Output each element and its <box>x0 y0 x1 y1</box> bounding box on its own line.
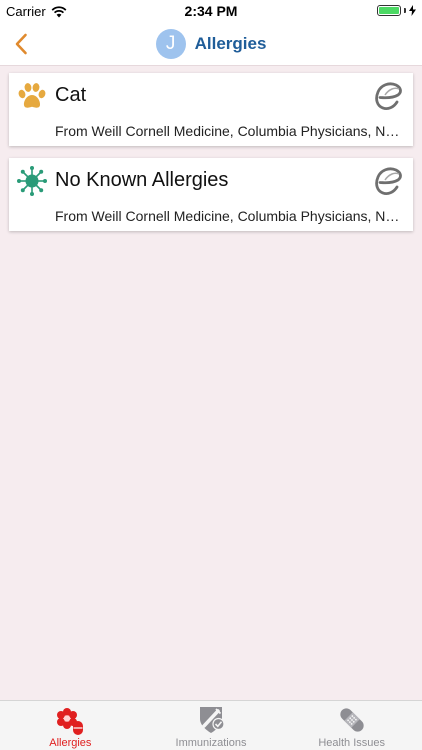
tab-bar: Allergies Immunizations Health Issues <box>0 700 422 750</box>
allergy-name: No Known Allergies <box>55 169 229 191</box>
status-time: 2:34 PM <box>184 3 238 19</box>
battery-icon <box>377 5 401 16</box>
allergy-card-cat[interactable]: Cat From Weill Cornell Medicine, Columbi… <box>9 73 413 146</box>
tab-label: Immunizations <box>175 737 247 749</box>
allergy-icon <box>57 708 84 735</box>
nav-title-group: J Allergies <box>0 28 422 60</box>
tab-label: Allergies <box>49 737 92 749</box>
status-bar: Carrier 2:34 PM <box>0 0 422 22</box>
epic-logo-icon <box>375 82 402 111</box>
allergy-source: From Weill Cornell Medicine, Columbia Ph… <box>55 123 405 139</box>
bandage-icon <box>340 708 364 732</box>
allergen-icon <box>17 166 47 196</box>
navigation-bar: J Allergies <box>0 22 422 66</box>
tab-immunizations[interactable]: Immunizations <box>141 701 282 750</box>
page-title: Allergies <box>194 34 267 53</box>
allergy-source: From Weill Cornell Medicine, Columbia Ph… <box>55 208 405 224</box>
tab-health-issues[interactable]: Health Issues <box>281 701 422 750</box>
tab-allergies[interactable]: Allergies <box>0 701 141 750</box>
allergy-name: Cat <box>55 84 87 106</box>
paw-icon <box>18 83 46 108</box>
allergy-list: Cat From Weill Cornell Medicine, Columbi… <box>9 73 413 243</box>
syringe-shield-icon <box>200 707 225 733</box>
tab-label: Health Issues <box>318 737 385 749</box>
epic-logo-icon <box>375 167 402 196</box>
battery-indicator <box>377 5 416 16</box>
charging-bolt-icon <box>409 5 416 16</box>
allergy-card-no-known[interactable]: No Known Allergies From Weill Cornell Me… <box>9 158 413 231</box>
avatar[interactable]: J <box>155 29 186 59</box>
